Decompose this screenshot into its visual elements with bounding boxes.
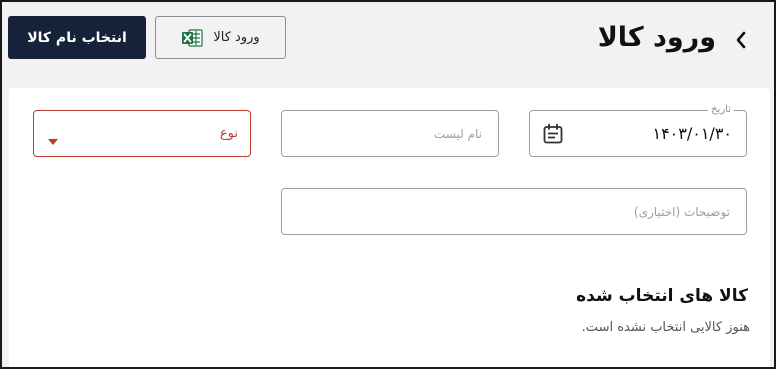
selected-items-empty-message: هنوز کالایی انتخاب نشده است. [581, 320, 750, 335]
date-field[interactable]: تاریخ ۱۴۰۳/۰۱/۳۰ [529, 104, 747, 157]
calendar-icon[interactable] [542, 123, 564, 145]
list-name-placeholder: نام لیست [433, 127, 482, 141]
description-input[interactable]: توضیحات (اختیاری) [281, 188, 747, 235]
page-header: ورود کالا ورود کالا انتخاب نام کالا [2, 2, 774, 86]
select-item-name-button[interactable]: انتخاب نام کالا [8, 16, 146, 59]
form-card: تاریخ ۱۴۰۳/۰۱/۳۰ نام لیست نوع توضیحات (ا… [9, 88, 770, 367]
import-items-button[interactable]: ورود کالا [155, 16, 286, 59]
import-button-label: ورود کالا [213, 30, 260, 45]
excel-icon [181, 28, 203, 48]
page-title: ورود کالا [597, 22, 716, 53]
date-value: ۱۴۰۳/۰۱/۳۰ [652, 124, 732, 143]
type-placeholder: نوع [219, 126, 238, 141]
list-name-input[interactable]: نام لیست [281, 110, 499, 157]
type-select[interactable]: نوع [33, 110, 251, 157]
selected-items-title: کالا های انتخاب شده [576, 286, 748, 306]
chevron-left-icon[interactable] [732, 29, 750, 51]
date-label: تاریخ [708, 104, 734, 116]
app-window: ورود کالا ورود کالا انتخاب نام کالا تاری… [0, 0, 776, 369]
description-placeholder: توضیحات (اختیاری) [633, 205, 730, 219]
caret-down-icon [48, 130, 58, 145]
